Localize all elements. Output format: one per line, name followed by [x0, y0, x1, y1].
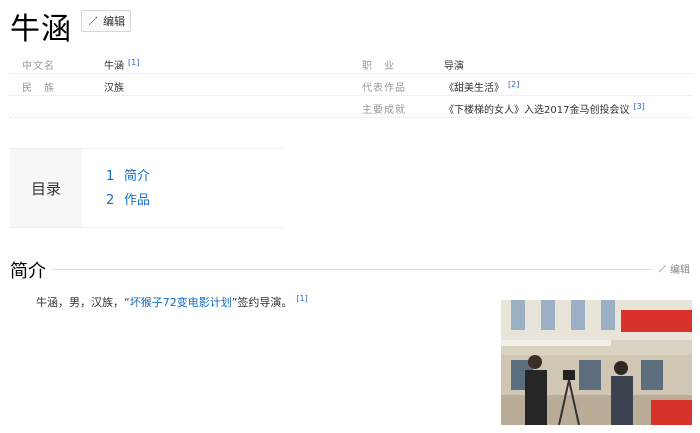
info-row: 主要成就 《下楼梯的女人》入选2017金马创投会议 [3]	[10, 96, 692, 118]
info-value-text: 牛涵	[104, 61, 124, 72]
info-label: 代表作品	[362, 83, 406, 94]
table-of-contents: 目录 1 简介 2 作品	[10, 148, 284, 228]
info-value: 《下楼梯的女人》入选2017金马创投会议 [3]	[444, 101, 645, 116]
section-divider	[10, 269, 690, 270]
section-title: 简介	[10, 257, 52, 283]
section-edit-label: 编辑	[670, 265, 690, 276]
toc-item-label: 作品	[124, 193, 151, 208]
achievement-text[interactable]: 《下楼梯的女人》入选2017金马创投会议	[444, 105, 629, 116]
intro-text-end: ”签约导演。	[231, 296, 293, 309]
info-row: 中文名 牛涵 [1] 职 业 导演	[10, 52, 692, 74]
toc-item-number: 2	[106, 193, 115, 208]
info-value: 《甜美生活》 [2]	[444, 79, 519, 94]
citation-ref[interactable]: [1]	[296, 294, 307, 303]
info-value: 导演	[444, 61, 464, 72]
citation-ref[interactable]: [3]	[633, 102, 644, 111]
citation-ref[interactable]: [1]	[128, 58, 139, 67]
info-value: 汉族	[104, 83, 124, 94]
photo-illustration	[501, 300, 692, 425]
basic-info-table: 中文名 牛涵 [1] 职 业 导演 民 族 汉族 代表作品 《甜美生活》 [2] 主…	[10, 52, 692, 118]
info-label: 中文名	[22, 61, 55, 72]
toc-item-intro[interactable]: 1 简介	[106, 165, 150, 184]
edit-button-label: 编辑	[103, 15, 125, 28]
info-label: 主要成就	[362, 105, 406, 116]
page-title: 牛涵	[10, 12, 72, 47]
toc-item-works[interactable]: 2 作品	[106, 189, 150, 208]
profile-photo[interactable]	[501, 300, 692, 425]
info-label: 职 业	[362, 61, 395, 72]
toc-heading: 目录	[10, 149, 82, 227]
pencil-icon	[89, 16, 98, 25]
toc-item-label: 简介	[124, 169, 151, 184]
info-label: 民 族	[22, 83, 55, 94]
intro-text: 牛涵，男，汉族，“	[36, 296, 130, 309]
section-edit-button[interactable]: 编辑	[653, 261, 690, 276]
pencil-icon	[658, 264, 666, 272]
representative-work-link[interactable]: 《甜美生活》	[444, 83, 504, 94]
info-value: 牛涵 [1]	[104, 57, 139, 72]
info-row: 民 族 汉族 代表作品 《甜美生活》 [2]	[10, 74, 692, 96]
program-link[interactable]: 坏猴子72变电影计划	[130, 296, 232, 309]
toc-item-number: 1	[106, 169, 115, 184]
intro-paragraph: 牛涵，男，汉族，“坏猴子72变电影计划”签约导演。 [1]	[36, 294, 308, 310]
citation-ref[interactable]: [2]	[508, 80, 519, 89]
edit-button[interactable]: 编辑	[81, 10, 131, 32]
